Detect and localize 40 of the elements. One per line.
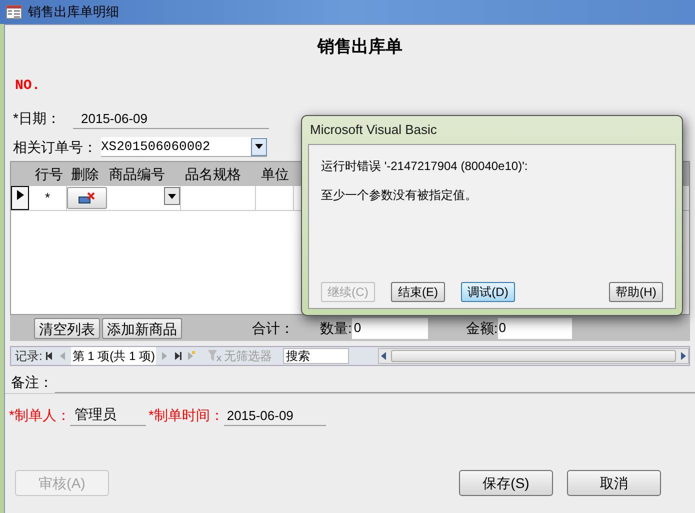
delete-icon [78, 192, 96, 204]
form-icon [6, 5, 22, 19]
date-field[interactable]: 2015-06-09 [73, 108, 269, 129]
dialog-title: Microsoft Visual Basic [309, 121, 438, 140]
remarks-label: 备注： [11, 373, 53, 392]
order-number-label: 相关订单号： [13, 138, 98, 156]
creator-label: *制单人： [9, 406, 70, 425]
debug-button[interactable]: 调试(D) [461, 282, 515, 302]
quantity-label: 数量: [320, 318, 352, 338]
amount-field[interactable]: 0 [498, 318, 572, 338]
error-message: 至少一个参数没有被指定值。 [321, 187, 478, 204]
created-time-label: *制单时间： [148, 406, 224, 425]
column-header: 品名规格 [185, 164, 242, 184]
creator-field[interactable]: 管理员 [70, 404, 146, 426]
quantity-field[interactable]: 0 [352, 318, 428, 338]
column-header: 行号 [35, 164, 64, 184]
add-product-button[interactable]: 添加新商品 [102, 318, 182, 338]
row-selector[interactable] [11, 186, 29, 210]
cancel-button[interactable]: 取消 [567, 470, 661, 496]
save-button[interactable]: 保存(S) [459, 470, 553, 496]
window-title: 销售出库单明细 [28, 3, 119, 22]
error-message: 运行时错误 '-2147217904 (80040e10)': [321, 158, 529, 175]
column-header: 单位 [261, 164, 290, 184]
order-number-combo[interactable]: XS201506060002 [101, 137, 267, 157]
caret-icon [168, 194, 176, 198]
caret-icon [255, 144, 263, 149]
delete-row-button[interactable] [67, 187, 107, 209]
date-label: *日期： [13, 109, 62, 128]
number-label: NO. [15, 78, 40, 94]
form-heading: 销售出库单 [318, 36, 402, 58]
created-time-field[interactable]: 2015-06-09 [224, 406, 326, 426]
dropdown-button[interactable] [251, 138, 267, 156]
column-header: 删除 [71, 164, 100, 184]
help-button[interactable]: 帮助(H) [609, 282, 663, 302]
clear-list-button[interactable]: 清空列表 [34, 318, 100, 338]
total-label: 合计： [252, 318, 294, 338]
column-header: 商品编号 [109, 164, 166, 184]
current-row-icon [16, 190, 24, 200]
end-button[interactable]: 结束(E) [391, 282, 445, 302]
amount-label: 金额: [466, 318, 498, 338]
